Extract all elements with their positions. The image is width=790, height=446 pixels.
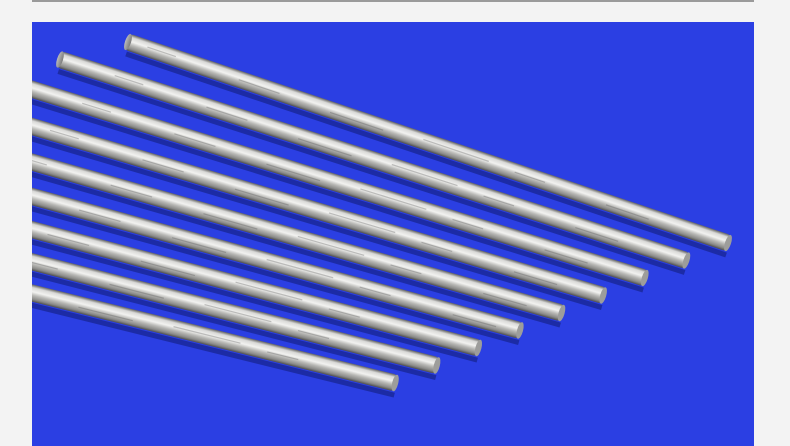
rods-illustration [32, 33, 732, 398]
top-divider [32, 0, 754, 2]
rods-group [32, 33, 732, 398]
product-photo [32, 22, 754, 446]
